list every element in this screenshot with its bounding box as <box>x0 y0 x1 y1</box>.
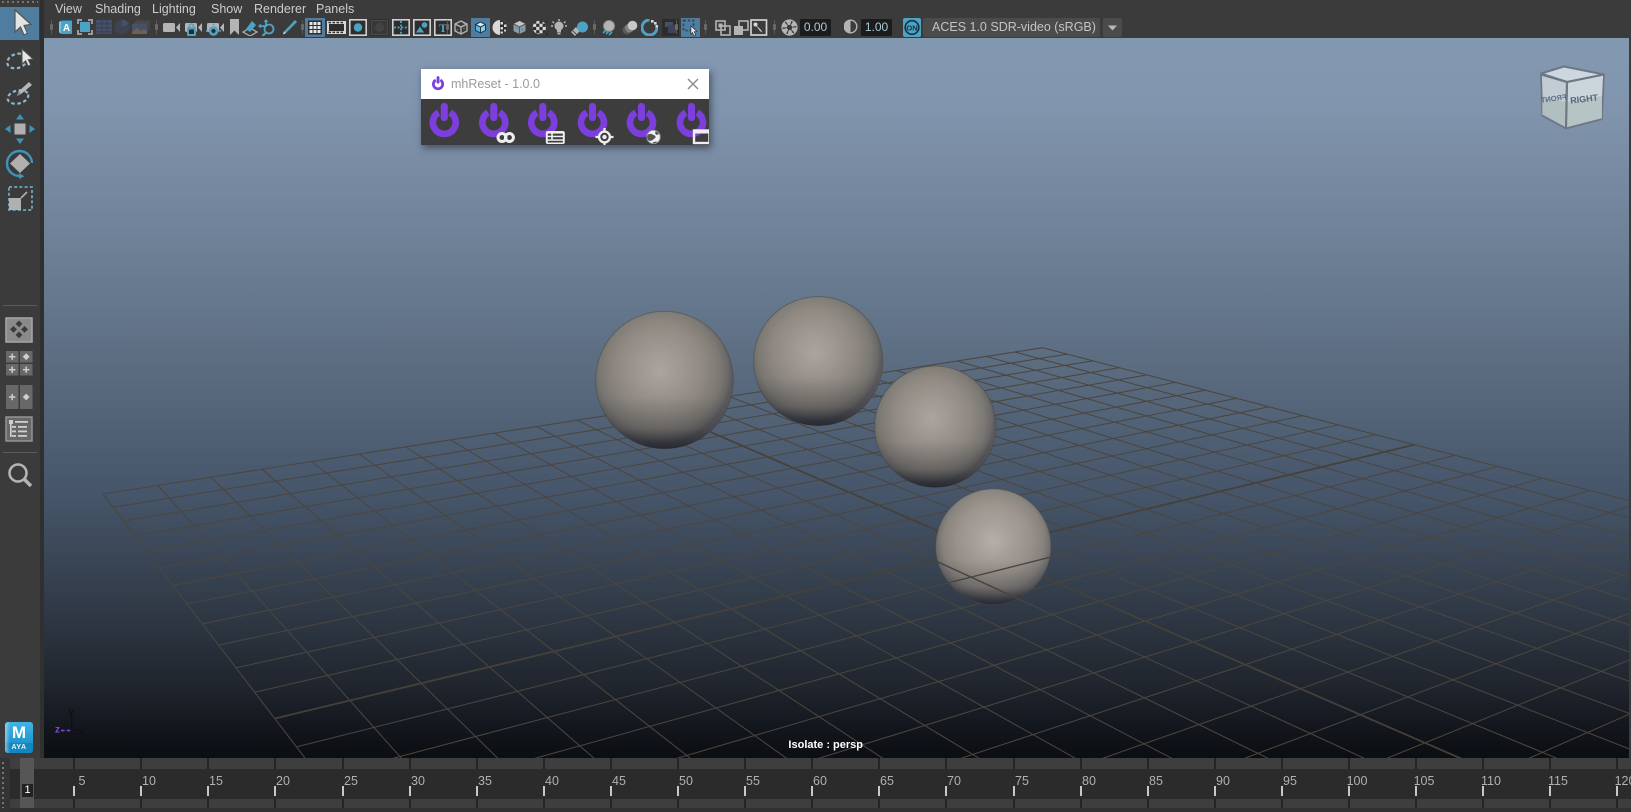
svg-text:x: x <box>79 727 85 738</box>
svg-text:ON: ON <box>906 24 917 33</box>
svg-text:z: z <box>55 725 60 736</box>
svg-text:A: A <box>63 23 70 34</box>
svg-text:y: y <box>69 707 75 718</box>
